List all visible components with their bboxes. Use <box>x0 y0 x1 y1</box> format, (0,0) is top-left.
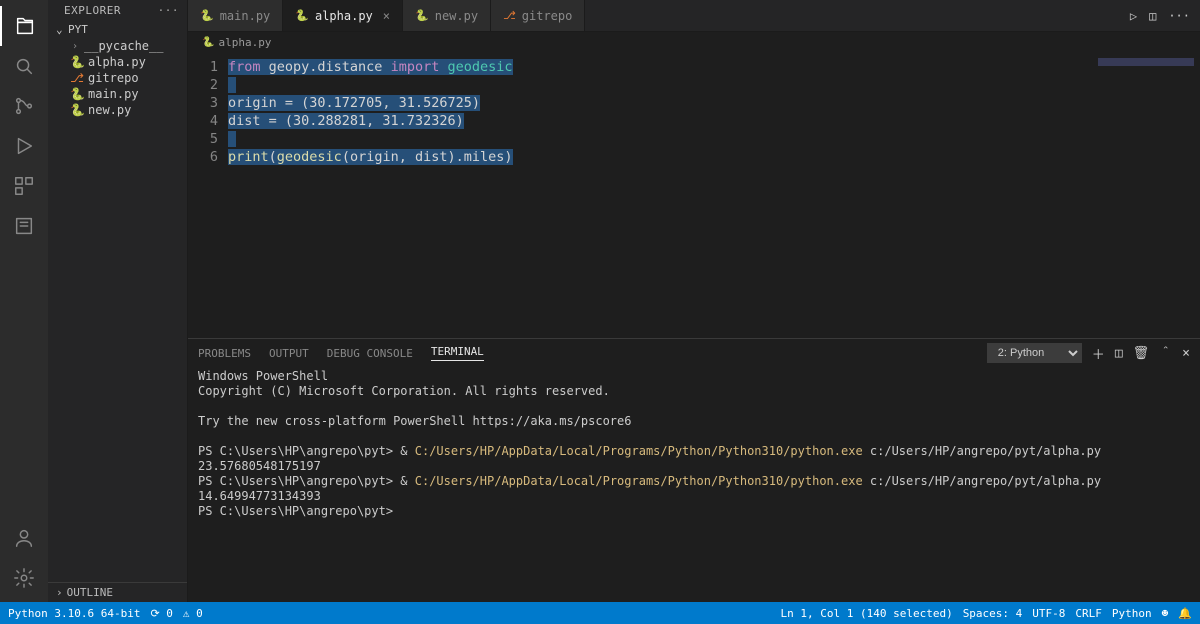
chevron-right-icon: › <box>70 41 80 52</box>
source-control-icon[interactable] <box>0 86 48 126</box>
explorer-sidebar: EXPLORER ··· ⌄ PYT › __pycache__ 🐍 alpha… <box>48 0 188 602</box>
panel-actions: 2: Python ＋ ◫ 🗑 ＾ × <box>987 343 1190 363</box>
explorer-more-icon[interactable]: ··· <box>158 4 179 17</box>
main-area: EXPLORER ··· ⌄ PYT › __pycache__ 🐍 alpha… <box>0 0 1200 602</box>
accounts-icon[interactable] <box>0 518 48 558</box>
tab-more-icon[interactable]: ··· <box>1168 9 1190 23</box>
explorer-header: EXPLORER ··· <box>48 0 187 21</box>
maximize-panel-icon[interactable]: ＾ <box>1159 344 1172 363</box>
tab-label: main.py <box>220 9 271 23</box>
status-sync[interactable]: ⟳ 0 <box>150 607 172 620</box>
tree-item-label: main.py <box>88 87 139 101</box>
python-file-icon: 🐍 <box>415 9 429 22</box>
breadcrumb-file: alpha.py <box>218 36 271 49</box>
editor-group: 🐍 main.py 🐍 alpha.py × 🐍 new.py ⎇ gitrep… <box>188 0 1200 602</box>
explorer-title: EXPLORER <box>64 4 121 17</box>
split-terminal-icon[interactable]: ◫ <box>1115 346 1123 361</box>
git-file-icon: ⎇ <box>70 71 84 85</box>
python-file-icon: 🐍 <box>70 103 84 117</box>
tab-main[interactable]: 🐍 main.py <box>188 0 283 31</box>
status-language[interactable]: Python <box>1112 607 1152 620</box>
tree-item-new[interactable]: 🐍 new.py <box>52 102 187 118</box>
kill-terminal-icon[interactable]: 🗑 <box>1133 346 1150 361</box>
file-tree: ⌄ PYT › __pycache__ 🐍 alpha.py ⎇ gitrepo… <box>48 21 187 118</box>
editor-terminal-split: 1 2 3 4 5 6 from geopy.distance import g… <box>188 52 1200 602</box>
code-area[interactable]: from geopy.distance import geodesic orig… <box>228 52 513 338</box>
close-icon[interactable]: × <box>383 9 390 23</box>
chevron-down-icon: ⌄ <box>56 23 68 36</box>
tab-alpha[interactable]: 🐍 alpha.py × <box>283 0 403 31</box>
status-bar: Python 3.10.6 64-bit ⟳ 0 ⚠ 0 Ln 1, Col 1… <box>0 602 1200 624</box>
status-left: Python 3.10.6 64-bit ⟳ 0 ⚠ 0 <box>8 607 203 620</box>
tree-root[interactable]: ⌄ PYT <box>52 21 187 38</box>
status-feedback-icon[interactable]: ☻ <box>1162 607 1169 620</box>
tree-item-label: __pycache__ <box>84 39 163 53</box>
search-icon[interactable] <box>0 46 48 86</box>
python-file-icon: 🐍 <box>70 55 84 69</box>
tab-gitrepo[interactable]: ⎇ gitrepo <box>491 0 585 31</box>
status-encoding[interactable]: UTF-8 <box>1032 607 1065 620</box>
status-eol[interactable]: CRLF <box>1075 607 1102 620</box>
tab-label: new.py <box>435 9 478 23</box>
code-editor[interactable]: 1 2 3 4 5 6 from geopy.distance import g… <box>188 52 1200 338</box>
breadcrumb[interactable]: 🐍 alpha.py <box>188 32 1200 52</box>
root-folder-label: PYT <box>68 23 88 36</box>
new-terminal-icon[interactable]: ＋ <box>1092 344 1105 363</box>
tree-item-main[interactable]: 🐍 main.py <box>52 86 187 102</box>
outline-section[interactable]: › OUTLINE <box>48 582 187 602</box>
tab-actions: ▷ ◫ ··· <box>1130 9 1200 23</box>
python-file-icon: 🐍 <box>70 87 84 101</box>
status-python-version[interactable]: Python 3.10.6 64-bit <box>8 607 140 620</box>
panel-tab-output[interactable]: OUTPUT <box>269 347 309 360</box>
run-debug-icon[interactable] <box>0 126 48 166</box>
tab-label: gitrepo <box>522 9 573 23</box>
tree-item-pycache[interactable]: › __pycache__ <box>52 38 187 54</box>
panel-tab-problems[interactable]: PROBLEMS <box>198 347 251 360</box>
status-bell-icon[interactable]: 🔔 <box>1178 607 1192 620</box>
run-icon[interactable]: ▷ <box>1130 9 1137 23</box>
panel-tab-debug[interactable]: DEBUG CONSOLE <box>327 347 413 360</box>
tree-item-label: new.py <box>88 103 131 117</box>
extensions-icon[interactable] <box>0 166 48 206</box>
settings-gear-icon[interactable] <box>0 558 48 598</box>
minimap[interactable] <box>1098 58 1194 66</box>
tree-item-alpha[interactable]: 🐍 alpha.py <box>52 54 187 70</box>
python-file-icon: 🐍 <box>202 37 214 48</box>
status-right: Ln 1, Col 1 (140 selected) Spaces: 4 UTF… <box>781 607 1193 620</box>
outline-label: OUTLINE <box>67 586 113 599</box>
panel-tab-terminal[interactable]: TERMINAL <box>431 345 484 361</box>
line-gutter: 1 2 3 4 5 6 <box>188 52 228 338</box>
panel: PROBLEMS OUTPUT DEBUG CONSOLE TERMINAL 2… <box>188 338 1200 602</box>
panel-tabs: PROBLEMS OUTPUT DEBUG CONSOLE TERMINAL 2… <box>188 339 1200 367</box>
explorer-icon[interactable] <box>0 6 48 46</box>
python-file-icon: 🐍 <box>200 9 214 22</box>
python-file-icon: 🐍 <box>295 9 309 22</box>
terminal-selector[interactable]: 2: Python <box>987 343 1082 363</box>
close-panel-icon[interactable]: × <box>1182 346 1190 361</box>
tree-item-gitrepo[interactable]: ⎇ gitrepo <box>52 70 187 86</box>
chevron-right-icon: › <box>56 586 63 599</box>
tab-new[interactable]: 🐍 new.py <box>403 0 491 31</box>
editor-tabs: 🐍 main.py 🐍 alpha.py × 🐍 new.py ⎇ gitrep… <box>188 0 1200 32</box>
tree-item-label: gitrepo <box>88 71 139 85</box>
tab-label: alpha.py <box>315 9 373 23</box>
test-icon[interactable] <box>0 206 48 246</box>
split-editor-icon[interactable]: ◫ <box>1149 9 1156 23</box>
terminal[interactable]: Windows PowerShellCopyright (C) Microsof… <box>188 367 1200 602</box>
activity-bar <box>0 0 48 602</box>
tree-item-label: alpha.py <box>88 55 146 69</box>
status-spaces[interactable]: Spaces: 4 <box>963 607 1023 620</box>
status-cursor[interactable]: Ln 1, Col 1 (140 selected) <box>781 607 953 620</box>
status-problems[interactable]: ⚠ 0 <box>183 607 203 620</box>
git-file-icon: ⎇ <box>503 9 516 22</box>
